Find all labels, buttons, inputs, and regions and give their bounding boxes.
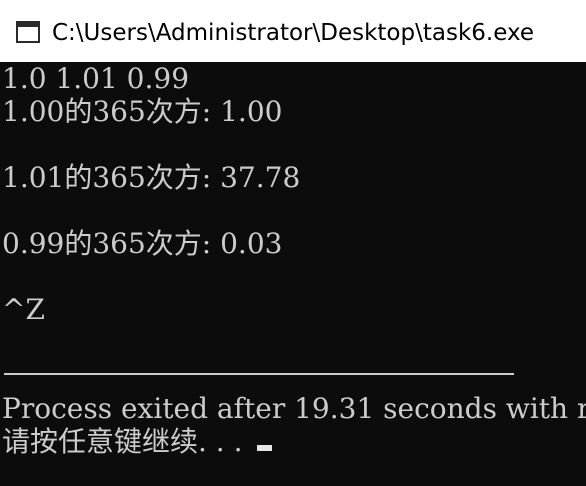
console-window-icon: [16, 20, 40, 44]
console-line: 0.99的365次方: 0.03: [2, 227, 283, 260]
console-line: 1.0 1.01 0.99: [2, 62, 190, 95]
console-window: C:\Users\Administrator\Desktop\task6.exe…: [0, 0, 586, 486]
console-line: Process exited after 19.31 seconds with …: [2, 392, 586, 425]
console-prompt-line: 请按任意键继续. . .: [0, 425, 586, 458]
text-cursor: [256, 445, 272, 451]
title-bar[interactable]: C:\Users\Administrator\Desktop\task6.exe: [0, 0, 586, 62]
window-title: C:\Users\Administrator\Desktop\task6.exe: [52, 20, 535, 46]
separator-line: [4, 373, 514, 375]
console-line: ^Z: [2, 293, 45, 326]
console-output[interactable]: 1.0 1.01 0.99 1.00的365次方: 1.00 1.01的365次…: [0, 62, 586, 486]
console-line: 请按任意键继续. . .: [2, 425, 243, 458]
console-line: 1.01的365次方: 37.78: [2, 161, 301, 194]
console-line: 1.00的365次方: 1.00: [2, 95, 283, 128]
